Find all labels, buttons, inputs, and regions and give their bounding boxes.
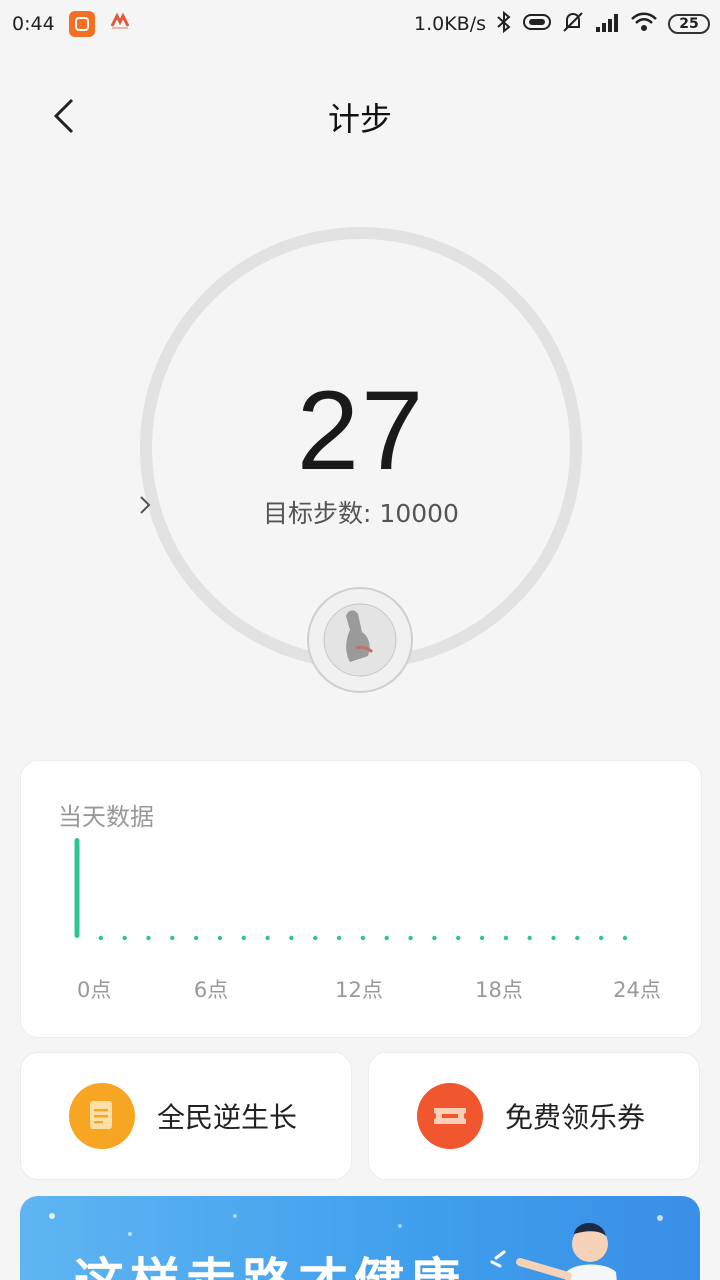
hour-dot-22 [598,935,604,941]
battery-icon: 25 [668,14,710,34]
hour-dot-9 [289,935,294,941]
x-tick-label: 12点 [335,978,383,1002]
hour-dot-5 [193,935,199,941]
hour-dot-11 [336,935,342,941]
day-data-card[interactable]: 当天数据 0点 6点 12点 18点 24点 [20,760,702,1038]
watermark-logo [306,586,414,694]
reverse-aging-label: 全民逆生长 [157,1101,298,1134]
free-coupon-label: 免费领乐券 [505,1101,646,1134]
vibrate-icon [522,12,552,37]
hour-dot-2 [122,935,127,941]
mi-app-icon [68,11,95,37]
hour-dot-3 [146,935,151,941]
x-tick-label: 6点 [194,978,228,1002]
bluetooth-icon [496,10,512,39]
goal-label: 目标步数: 10000 [263,499,459,528]
free-coupon-button[interactable]: 免费领乐券 [368,1052,700,1180]
hour-dot-19 [527,935,532,941]
hour-dot-1 [98,935,104,941]
hour-dot-10 [313,935,318,941]
notification-app-icon [109,11,131,38]
x-tick-label: 0点 [77,978,111,1002]
ticket-icon [417,1083,483,1149]
hour-dot-16 [456,935,461,941]
hour-dot-21 [575,935,580,941]
hour-dot-8 [265,935,270,941]
x-tick-label: 18点 [475,978,523,1002]
page-title: 计步 [327,100,392,138]
status-bar: 0:44 1.0KB/s 25 [0,0,720,48]
hour-dot-4 [170,935,175,941]
hour-dot-20 [551,935,556,941]
reverse-aging-button[interactable]: 全民逆生长 [20,1052,352,1180]
walking-person-illustration [490,1223,617,1280]
hour-bar-0 [74,838,80,938]
steps-count: 27 [296,368,426,493]
header: 计步 [0,80,720,150]
hour-dot-12 [360,935,366,941]
health-walk-banner[interactable]: 这样走路才健康 [20,1196,700,1280]
hour-dot-17 [479,935,485,941]
status-time: 0:44 [12,13,55,35]
hour-dot-14 [408,935,413,941]
chevron-right-icon [140,496,151,514]
hour-dot-7 [241,935,246,941]
hour-dot-23 [622,935,628,941]
hourly-steps-chart: 0点 6点 12点 18点 24点 [74,838,661,1002]
wifi-icon [630,11,658,38]
goal-row[interactable]: 目标步数: 10000 [139,494,583,530]
banner-text: 这样走路才健康 [74,1242,466,1280]
x-tick-label: 24点 [613,978,661,1002]
net-speed: 1.0KB/s [413,13,486,35]
hour-dot-18 [503,935,509,941]
hour-dot-15 [432,935,437,941]
signal-icon [594,11,620,38]
document-icon [69,1083,135,1149]
hour-dot-6 [217,935,223,941]
mute-icon [562,10,584,39]
hour-dot-13 [384,935,389,941]
